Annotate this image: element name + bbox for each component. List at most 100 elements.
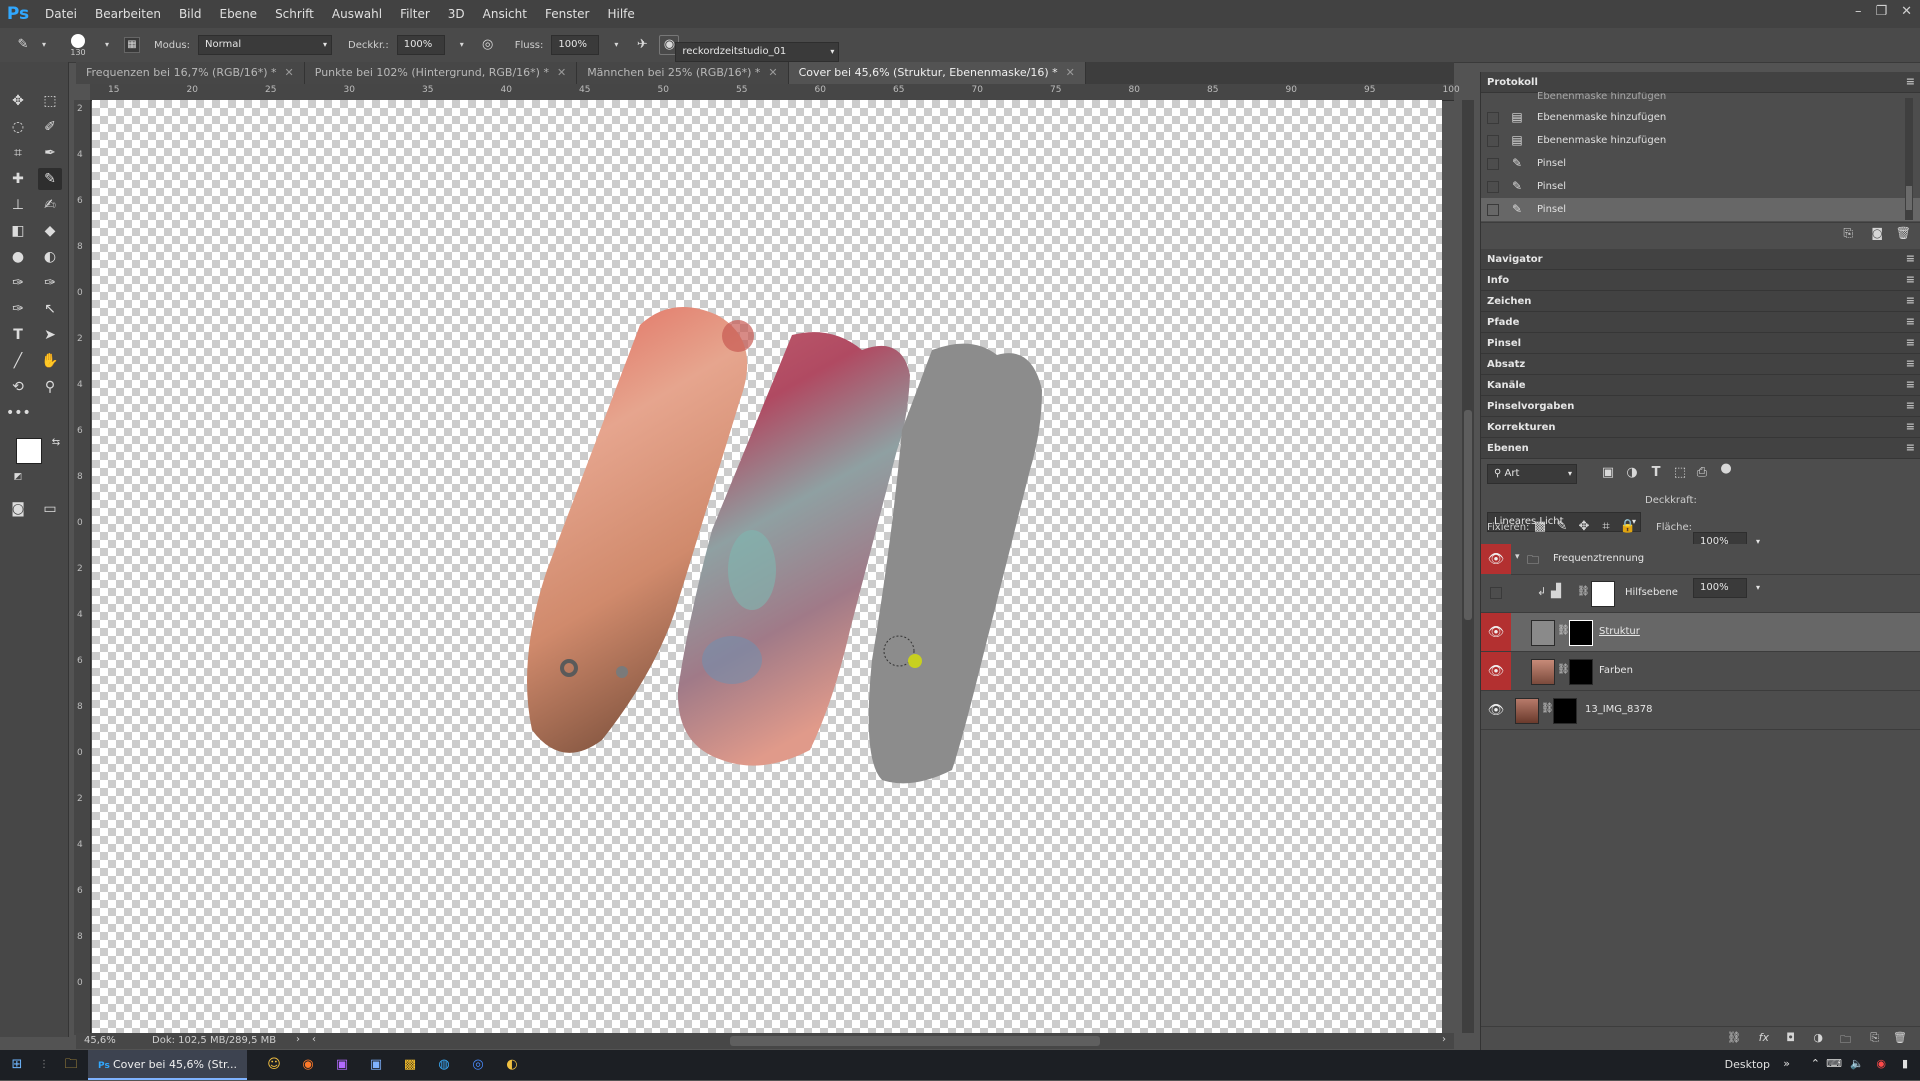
menu-hilfe[interactable]: Hilfe bbox=[598, 7, 643, 21]
restore-button[interactable]: ❐ bbox=[1875, 4, 1887, 19]
panel-absatz[interactable]: Absatz ≡ bbox=[1481, 354, 1920, 375]
layer-mask-thumbnail[interactable] bbox=[1553, 698, 1577, 724]
link-icon[interactable]: ⛓ bbox=[1557, 664, 1570, 675]
swap-colors-icon[interactable]: ⇆ bbox=[44, 432, 68, 454]
brush-panel-toggle-icon[interactable]: ▦ bbox=[124, 37, 140, 53]
history-snapshot-checkbox[interactable] bbox=[1487, 181, 1499, 193]
layer-thumbnail[interactable] bbox=[1531, 620, 1555, 646]
layer-13-img-8378[interactable]: 👁 ⛓ 13_IMG_8378 bbox=[1481, 691, 1920, 730]
filter-adjustment-icon[interactable]: ◑ bbox=[1623, 464, 1641, 482]
paint-bucket-tool-icon[interactable]: ◆ bbox=[38, 220, 62, 242]
panel-zeichen[interactable]: Zeichen ≡ bbox=[1481, 291, 1920, 312]
history-snapshot-checkbox[interactable] bbox=[1487, 112, 1499, 124]
new-layer-icon[interactable]: ⎘ bbox=[1870, 1031, 1879, 1045]
filter-toggle-icon[interactable]: ● bbox=[1717, 460, 1735, 478]
tab-punkte[interactable]: Punkte bei 102% (Hintergrund, RGB/16*) *… bbox=[304, 62, 578, 84]
rotate-view-tool-icon[interactable]: ⟲ bbox=[6, 376, 30, 398]
zoom-tool-icon[interactable]: ⚲ bbox=[38, 376, 62, 398]
scrollbar-thumb[interactable] bbox=[1464, 410, 1472, 620]
app-icon-3[interactable]: ◎ bbox=[461, 1050, 495, 1080]
eraser-tool-icon[interactable]: ◧ bbox=[6, 220, 30, 242]
link-layers-icon[interactable]: ⛓ bbox=[1727, 1031, 1741, 1044]
menu-ebene[interactable]: Ebene bbox=[210, 7, 266, 21]
dodge-tool-icon[interactable]: ◐ bbox=[38, 246, 62, 268]
pressure-opacity-icon[interactable]: ◎ bbox=[479, 36, 497, 54]
chevron-right-icon[interactable]: › bbox=[1442, 1034, 1446, 1045]
volume-icon[interactable]: 🔈 bbox=[1850, 1057, 1864, 1070]
history-panel-header[interactable]: Protokoll ≡ bbox=[1481, 72, 1920, 93]
panel-menu-icon[interactable]: ≡ bbox=[1900, 333, 1915, 353]
opacity-input[interactable]: 100% bbox=[396, 35, 445, 55]
brush-tool-icon[interactable]: ✎ bbox=[14, 36, 32, 54]
marquee-tool-icon[interactable]: ⬚ bbox=[38, 90, 62, 112]
healing-tool-icon[interactable]: ✚ bbox=[6, 168, 30, 190]
fx-icon[interactable]: fx bbox=[1759, 1031, 1769, 1044]
brush-picker-chevron-icon[interactable]: ▾ bbox=[98, 36, 116, 54]
app-tray-icon[interactable]: ◉ bbox=[1876, 1057, 1886, 1070]
lock-pixels-icon[interactable]: ✎ bbox=[1553, 518, 1571, 536]
close-icon[interactable]: ✕ bbox=[1066, 66, 1075, 79]
panel-pfade[interactable]: Pfade ≡ bbox=[1481, 312, 1920, 333]
crop-tool-icon[interactable]: ⌗ bbox=[6, 142, 30, 164]
panel-korrekturen[interactable]: Korrekturen ≡ bbox=[1481, 417, 1920, 438]
foreground-color-swatch[interactable] bbox=[16, 438, 42, 464]
panel-menu-icon[interactable]: ≡ bbox=[1900, 375, 1915, 395]
panel-menu-icon[interactable]: ≡ bbox=[1900, 417, 1915, 437]
tab-frequenzen[interactable]: Frequenzen bei 16,7% (RGB/16*) * ✕ bbox=[76, 62, 305, 84]
taskbar-photoshop-task[interactable]: Ps Cover bei 45,6% (Str... bbox=[88, 1050, 247, 1080]
chevron-left-icon[interactable]: ‹ bbox=[312, 1034, 316, 1045]
panel-pinselvorgaben[interactable]: Pinselvorgaben ≡ bbox=[1481, 396, 1920, 417]
skype-icon[interactable]: ◍ bbox=[427, 1050, 461, 1080]
panel-menu-icon[interactable]: ≡ bbox=[1900, 354, 1915, 374]
tool-preset-chevron-icon[interactable]: ▾ bbox=[40, 36, 48, 54]
panel-menu-icon[interactable]: ≡ bbox=[1900, 291, 1915, 311]
app-icon-2[interactable]: ▩ bbox=[393, 1050, 427, 1080]
add-mask-icon[interactable]: ◘ bbox=[1786, 1031, 1795, 1044]
menu-auswahl[interactable]: Auswahl bbox=[323, 7, 391, 21]
panel-menu-icon[interactable]: ≡ bbox=[1900, 312, 1915, 332]
stamp-tool-icon[interactable]: ⊥ bbox=[6, 194, 30, 216]
panel-info[interactable]: Info ≡ bbox=[1481, 270, 1920, 291]
brush-size-picker[interactable]: 130 bbox=[66, 33, 90, 57]
layer-mask-thumbnail[interactable] bbox=[1569, 620, 1593, 646]
menu-schrift[interactable]: Schrift bbox=[266, 7, 323, 21]
layer-thumbnail[interactable] bbox=[1515, 698, 1539, 724]
panel-navigator[interactable]: Navigator ≡ bbox=[1481, 249, 1920, 270]
blur-tool-icon[interactable]: ● bbox=[6, 246, 30, 268]
flow-slider-chevron-icon[interactable]: ▾ bbox=[607, 36, 625, 54]
panel-menu-icon[interactable]: ≡ bbox=[1900, 270, 1915, 290]
visibility-toggle[interactable] bbox=[1481, 574, 1511, 612]
history-item[interactable]: ✎ Pinsel bbox=[1481, 152, 1920, 175]
lightroom-icon[interactable]: ▣ bbox=[359, 1050, 393, 1080]
type-tool-icon[interactable]: T bbox=[6, 324, 30, 346]
pen-tool-icon[interactable]: ✑ bbox=[6, 272, 30, 294]
keyboard-icon[interactable]: ⌨ bbox=[1826, 1057, 1842, 1070]
eye-icon[interactable]: 👁 bbox=[1481, 613, 1511, 651]
opacity-slider-chevron-icon[interactable]: ▾ bbox=[453, 36, 471, 54]
minimize-button[interactable]: – bbox=[1855, 4, 1862, 19]
filter-shape-icon[interactable]: ⬚ bbox=[1671, 464, 1689, 482]
adjustment-layer-icon[interactable]: ◑ bbox=[1813, 1031, 1823, 1044]
history-snapshot-checkbox[interactable] bbox=[1487, 135, 1499, 147]
layer-group-frequenztrennung[interactable]: 👁 ▾ 🗀 Frequenztrennung bbox=[1481, 544, 1920, 575]
filter-type-icon[interactable]: T bbox=[1647, 464, 1665, 482]
windows-start-icon[interactable]: ⊞ bbox=[0, 1050, 34, 1080]
app-icon-1[interactable]: ☺ bbox=[257, 1050, 291, 1080]
mode-select[interactable]: Normal ▾ bbox=[198, 35, 333, 55]
layer-struktur[interactable]: 👁 ⛓ Struktur bbox=[1481, 613, 1920, 652]
hand-tool-icon[interactable]: ✋ bbox=[38, 350, 62, 372]
screen-mode-icon[interactable]: ▭ bbox=[38, 498, 62, 520]
panel-menu-icon[interactable]: ≡ bbox=[1900, 72, 1915, 92]
history-item[interactable]: ▤ Ebenenmaske hinzufügen bbox=[1481, 106, 1920, 129]
menu-bild[interactable]: Bild bbox=[170, 7, 211, 21]
layers-panel-header[interactable]: Ebenen ≡ bbox=[1481, 438, 1920, 459]
new-document-from-state-icon[interactable]: ⎘ bbox=[1843, 226, 1853, 241]
menu-bearbeiten[interactable]: Bearbeiten bbox=[86, 7, 170, 21]
zoom-level[interactable]: 45,6% bbox=[84, 1035, 116, 1046]
airbrush-icon[interactable]: ✈ bbox=[633, 36, 651, 54]
default-colors-icon[interactable]: ◩ bbox=[6, 466, 30, 488]
menu-datei[interactable]: Datei bbox=[36, 7, 86, 21]
history-snapshot-checkbox[interactable] bbox=[1487, 158, 1499, 170]
camera-snapshot-icon[interactable]: ◙ bbox=[1871, 226, 1883, 240]
chevron-right-icon[interactable]: » bbox=[1783, 1057, 1790, 1070]
